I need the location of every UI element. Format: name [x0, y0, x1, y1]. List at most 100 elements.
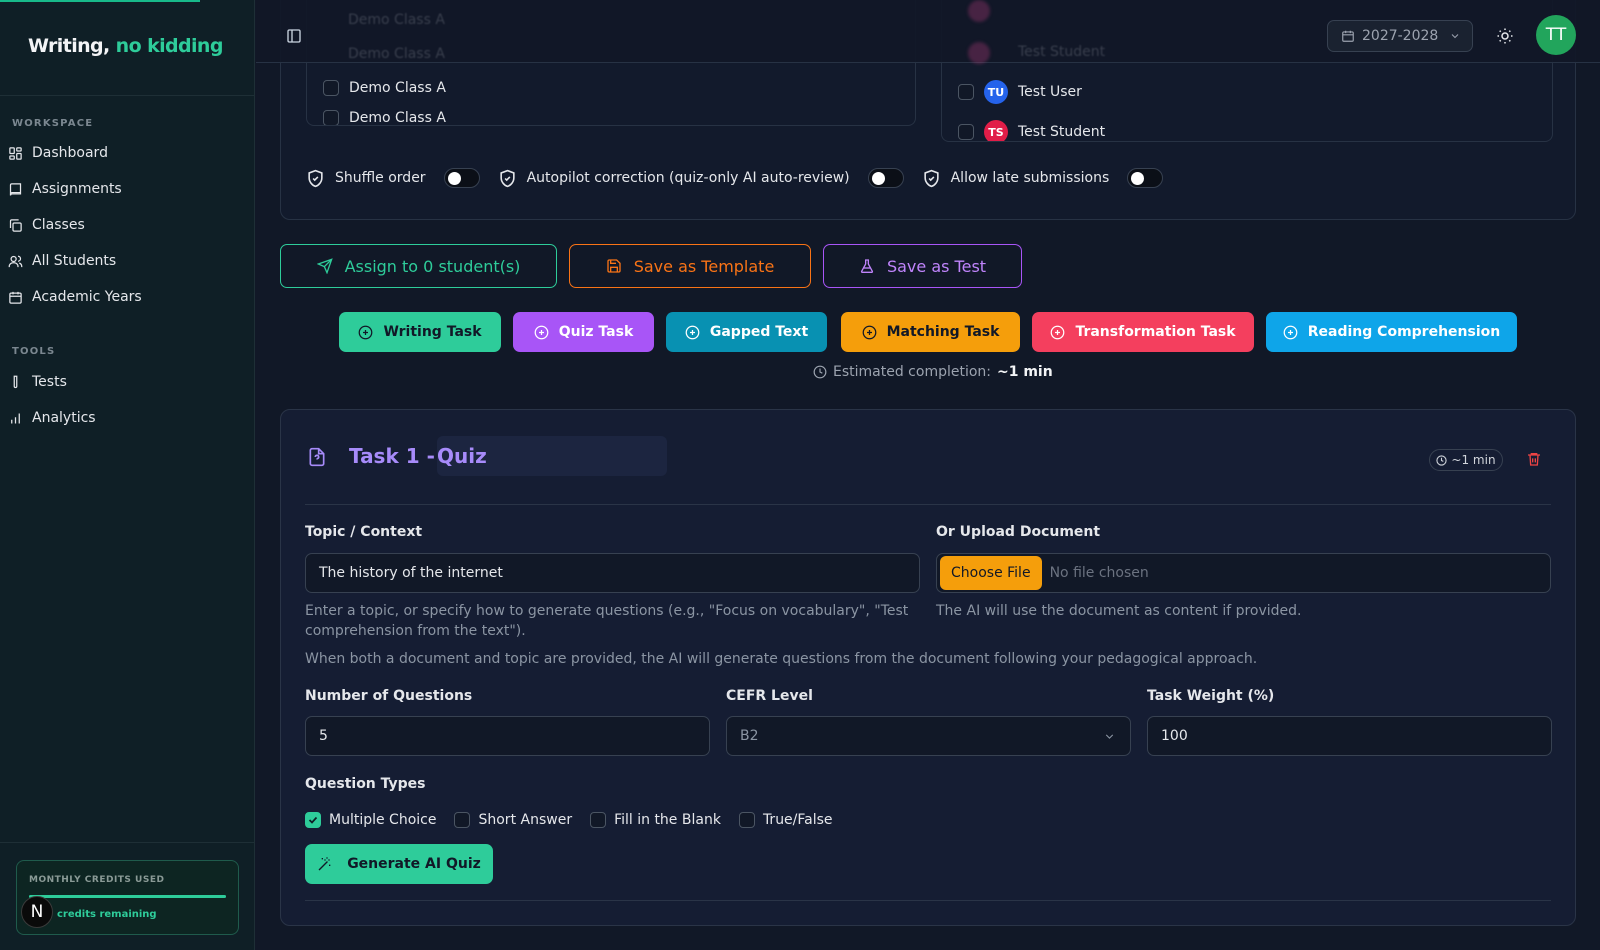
estimate-label: Estimated completion:	[833, 364, 991, 380]
cefr-select[interactable]: B2	[726, 716, 1131, 756]
task-type-label: Matching Task	[886, 324, 1000, 340]
class-row[interactable]: Demo Class A	[323, 80, 446, 96]
save-test-button[interactable]: Save as Test	[823, 244, 1022, 288]
add-reading-comprehension-button[interactable]: Reading Comprehension	[1266, 312, 1517, 352]
student-row[interactable]: TU Test User	[958, 80, 1082, 104]
academic-year-selector[interactable]: 2027-2028	[1327, 20, 1473, 52]
sidebar-item-academic-years[interactable]: Academic Years	[8, 282, 246, 312]
student-name: Test Student	[1018, 124, 1106, 140]
class-checkbox[interactable]	[323, 110, 339, 125]
academic-year-value: 2027-2028	[1362, 28, 1439, 44]
add-matching-task-button[interactable]: Matching Task	[841, 312, 1020, 352]
sidebar-item-label: Classes	[32, 217, 85, 233]
sidebar-item-classes[interactable]: Classes	[8, 210, 246, 240]
sidebar-toggle-icon[interactable]	[286, 28, 302, 44]
plus-circle-icon	[1051, 325, 1065, 339]
workspace-avatar[interactable]: N	[21, 896, 53, 928]
choose-file-button[interactable]: Choose File	[940, 556, 1042, 590]
credits-label: MONTHLY CREDITS USED	[29, 875, 165, 885]
upload-label: Or Upload Document	[936, 524, 1101, 540]
credits-remaining: credits remaining	[57, 909, 157, 920]
calendar-icon	[9, 291, 22, 304]
users-icon	[8, 255, 23, 267]
add-quiz-task-button[interactable]: Quiz Task	[513, 312, 654, 352]
option-label: Shuffle order	[335, 170, 426, 186]
test-tube-icon	[13, 375, 18, 388]
add-gapped-text-button[interactable]: Gapped Text	[666, 312, 827, 352]
add-writing-task-button[interactable]: Writing Task	[339, 312, 501, 352]
sidebar-item-label: Dashboard	[32, 145, 108, 161]
num-questions-input[interactable]: 5	[305, 716, 710, 756]
generate-ai-quiz-button[interactable]: Generate AI Quiz	[305, 844, 493, 884]
brand-logo[interactable]: Writing, no kidding	[28, 35, 223, 57]
task-title-value: Quiz	[437, 444, 487, 468]
sidebar-item-label: Academic Years	[32, 289, 142, 305]
credits-panel: MONTHLY CREDITS USED credits remaining	[16, 860, 239, 935]
student-row[interactable]: TS Test Student	[958, 120, 1106, 141]
question-type-checkbox[interactable]	[454, 812, 471, 828]
question-type-multiple-choice[interactable]: Multiple Choice	[305, 812, 436, 828]
credits-progress-fill	[29, 895, 226, 898]
trash-icon[interactable]	[1526, 451, 1542, 467]
late-submissions-toggle[interactable]	[1127, 168, 1164, 188]
topic-help: Enter a topic, or specify how to generat…	[305, 603, 909, 639]
student-checkbox[interactable]	[958, 124, 974, 140]
topic-input[interactable]: The history of the internet	[305, 553, 920, 593]
task-weight-input[interactable]: 100	[1147, 716, 1552, 756]
student-name: Test User	[1018, 84, 1082, 100]
nav-heading-workspace: WORKSPACE	[12, 118, 94, 129]
option-label: Allow late submissions	[950, 170, 1110, 186]
autopilot-toggle[interactable]	[867, 168, 904, 188]
class-name: Demo Class A	[349, 80, 446, 96]
estimated-completion: Estimated completion: ~1 min	[813, 364, 1053, 380]
sun-icon[interactable]	[1496, 27, 1514, 45]
scrolled-class-ghost: Demo Class A	[348, 46, 445, 62]
add-transformation-task-button[interactable]: Transformation Task	[1032, 312, 1254, 352]
sidebar-divider	[0, 95, 255, 96]
option-late-submissions: Allow late submissions	[922, 168, 1182, 188]
upload-help: The AI will use the document as content …	[936, 603, 1302, 619]
task-type-label: Reading Comprehension	[1307, 324, 1501, 340]
sidebar-top-accent	[0, 0, 200, 2]
question-type-checkbox[interactable]	[590, 812, 607, 828]
user-avatar[interactable]: TT	[1536, 15, 1576, 55]
task-time-badge: ~1 min	[1429, 449, 1503, 471]
question-type-label: True/False	[762, 812, 833, 828]
flask-icon	[860, 259, 874, 273]
question-type-true-false[interactable]: True/False	[738, 812, 833, 828]
sidebar-item-label: Tests	[32, 374, 67, 390]
upload-file-input[interactable]: Choose File No file chosen	[936, 553, 1551, 593]
brand-tagline: no kidding	[115, 35, 224, 57]
plus-circle-icon	[685, 325, 700, 339]
sidebar-item-dashboard[interactable]: Dashboard	[8, 138, 246, 168]
question-type-short-answer[interactable]: Short Answer	[454, 812, 572, 828]
sidebar-item-label: Analytics	[32, 410, 96, 426]
assignment-options: Shuffle order Autopilot correction (quiz…	[306, 168, 1181, 188]
card-divider	[305, 900, 1551, 901]
sidebar-item-tests[interactable]: Tests	[8, 367, 246, 397]
estimate-value: ~1 min	[997, 364, 1053, 380]
clock-icon	[813, 365, 827, 379]
sidebar-item-all-students[interactable]: All Students	[8, 246, 246, 276]
question-type-fill-in-the-blank[interactable]: Fill in the Blank	[590, 812, 721, 828]
question-type-checkbox[interactable]	[305, 812, 321, 828]
save-template-button[interactable]: Save as Template	[569, 244, 811, 288]
class-name: Demo Class A	[349, 110, 446, 126]
class-checkbox[interactable]	[323, 80, 339, 96]
sidebar-item-analytics[interactable]: Analytics	[8, 403, 246, 433]
credits-progress-bar	[29, 895, 226, 898]
shuffle-toggle[interactable]	[443, 168, 480, 188]
assign-button-label: Assign to 0 student(s)	[344, 256, 521, 276]
task-weight-label: Task Weight (%)	[1147, 688, 1275, 704]
question-type-checkbox[interactable]	[738, 812, 755, 828]
task-title-input[interactable]: Quiz	[437, 436, 667, 476]
card-divider	[305, 504, 1551, 505]
task-time-value: ~1 min	[1451, 453, 1496, 467]
class-row[interactable]: Demo Class A	[323, 110, 446, 126]
student-checkbox[interactable]	[958, 84, 974, 100]
assign-button[interactable]: Assign to 0 student(s)	[280, 244, 557, 288]
brand-name: Writing,	[28, 35, 110, 57]
plus-circle-icon	[862, 325, 876, 339]
top-header: Demo Class A Demo Class A Test Student 2…	[256, 0, 1600, 64]
sidebar-item-assignments[interactable]: Assignments	[8, 174, 246, 204]
